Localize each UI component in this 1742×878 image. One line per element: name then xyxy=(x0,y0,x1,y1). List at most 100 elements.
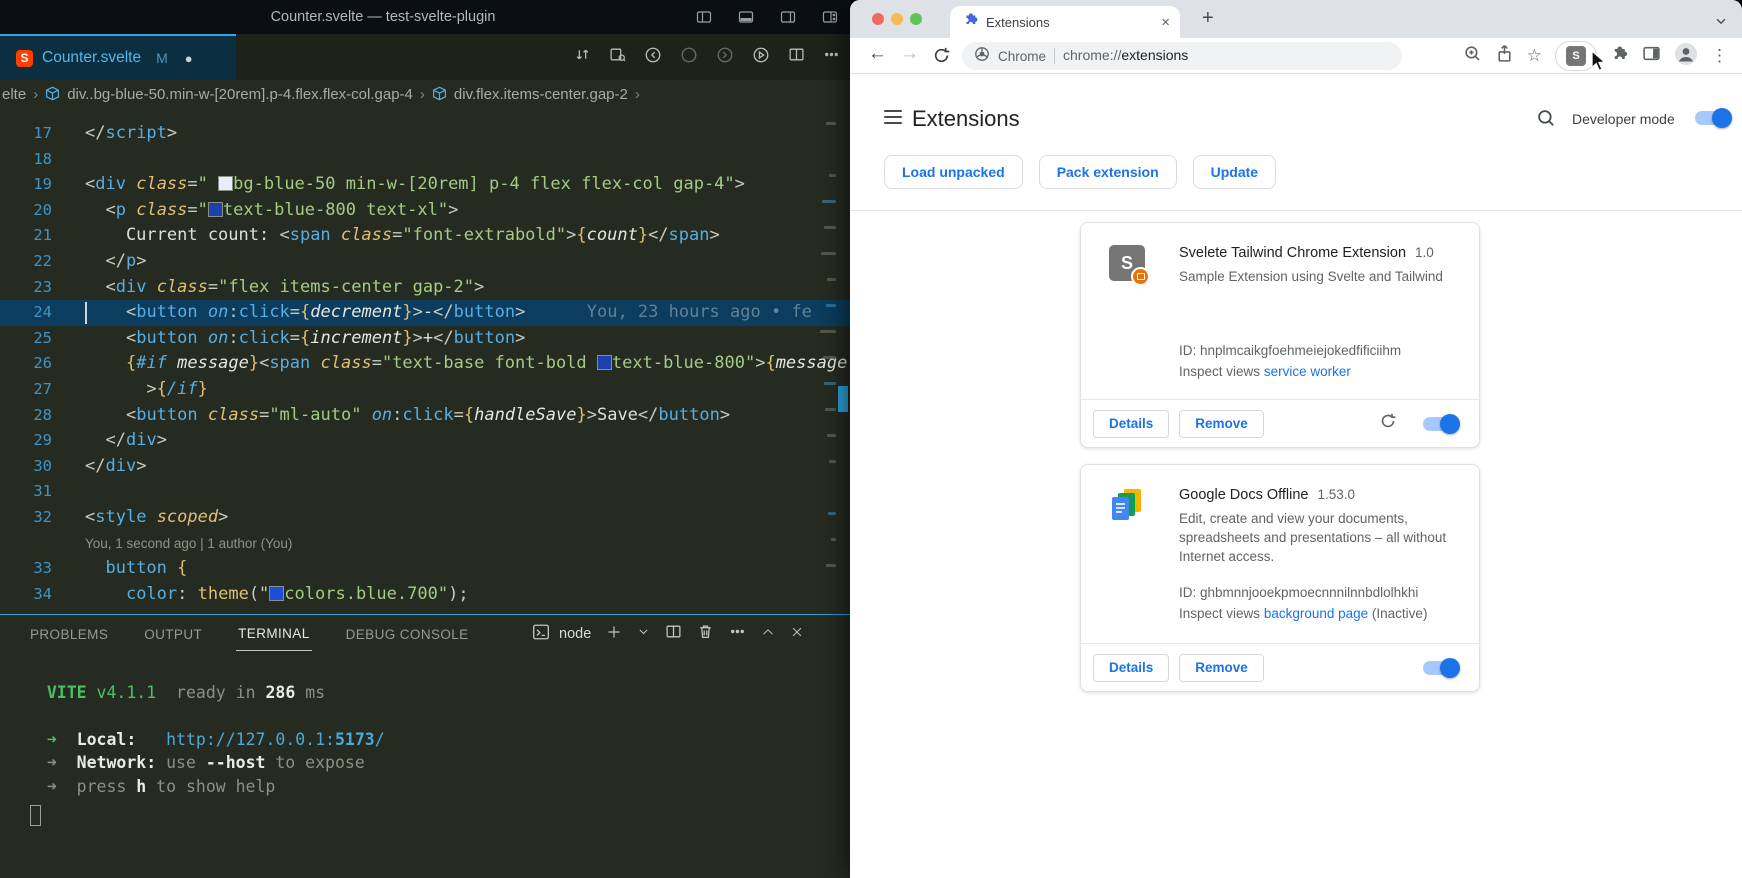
code-line: 33 button { xyxy=(0,556,850,582)
update-button[interactable]: Update xyxy=(1193,155,1276,189)
site-label: Chrome xyxy=(998,49,1046,64)
address-bar[interactable]: Chrome chrome://extensions xyxy=(962,42,1402,70)
search-icon[interactable] xyxy=(1536,108,1556,133)
google-docs-offline-icon xyxy=(1109,487,1145,523)
breadcrumb-element-1[interactable]: div..bg-blue-50.min-w-[20rem].p-4.flex.f… xyxy=(67,86,413,103)
code-line: 24 <button on:click={decrement}>-</butto… xyxy=(0,300,850,326)
mouse-cursor xyxy=(1590,50,1610,79)
extension-id: ID: hnplmcaikgfoehmeiejokedfificiihm xyxy=(1179,340,1401,361)
background-page-link[interactable]: background page xyxy=(1264,606,1368,621)
extensions-favicon xyxy=(962,12,978,33)
customize-layout-icon[interactable] xyxy=(822,9,838,30)
extensions-page: Extensions Developer mode Load unpacked … xyxy=(850,74,1742,878)
extension-enabled-toggle[interactable] xyxy=(1423,417,1459,431)
toggle-bottom-panel-icon[interactable] xyxy=(738,9,754,30)
load-unpacked-button[interactable]: Load unpacked xyxy=(884,155,1023,189)
extension-version: 1.0 xyxy=(1415,245,1434,260)
fullscreen-window-button[interactable] xyxy=(910,13,922,25)
terminal-line: ➜ Local: http://127.0.0.1:5173/ xyxy=(27,728,850,751)
panel-more-icon[interactable] xyxy=(729,623,746,645)
open-preview-icon[interactable] xyxy=(609,46,626,68)
new-tab-button[interactable]: + xyxy=(1202,7,1214,30)
details-button[interactable]: Details xyxy=(1093,410,1169,438)
remove-button[interactable]: Remove xyxy=(1179,654,1264,682)
tab-terminal[interactable]: TERMINAL xyxy=(236,617,311,651)
color-swatch-icon xyxy=(269,586,284,601)
extension-version: 1.53.0 xyxy=(1318,487,1356,502)
unsaved-dot-icon[interactable]: ● xyxy=(185,51,193,66)
line-number: 24 xyxy=(0,300,52,326)
terminal-cursor xyxy=(30,805,41,826)
extension-enabled-toggle[interactable] xyxy=(1423,661,1459,675)
code-editor[interactable]: 17</script>1819<div class=" bg-blue-50 m… xyxy=(0,108,850,614)
extensions-puzzle-icon[interactable] xyxy=(1610,44,1629,68)
url-text[interactable]: chrome://extensions xyxy=(1063,47,1188,65)
split-editor-icon[interactable] xyxy=(788,46,805,68)
extension-description: Edit, create and view your documents, sp… xyxy=(1179,509,1471,566)
reload-extension-icon[interactable] xyxy=(1379,412,1397,435)
line-number: 25 xyxy=(0,326,52,352)
terminal-line: ➜ press h to show help xyxy=(27,775,850,798)
breadcrumb-file[interactable]: elte xyxy=(2,86,26,103)
svelte-extension-card-icon: S xyxy=(1109,245,1145,281)
line-number: 34 xyxy=(0,582,52,608)
close-window-button[interactable] xyxy=(872,13,884,25)
inspect-views-label: Inspect views xyxy=(1179,606,1260,621)
compare-changes-icon[interactable] xyxy=(574,46,591,68)
line-number: 18 xyxy=(0,147,52,173)
code-line: 19<div class=" bg-blue-50 min-w-[20rem] … xyxy=(0,172,850,198)
code-line: 20 <p class="text-blue-800 text-xl"> xyxy=(0,198,850,224)
line-number: 20 xyxy=(0,198,52,224)
close-panel-icon[interactable] xyxy=(790,625,804,644)
symbol-cube-icon xyxy=(432,86,447,103)
pack-extension-button[interactable]: Pack extension xyxy=(1039,155,1177,189)
tab-problems[interactable]: PROBLEMS xyxy=(28,618,110,651)
close-tab-icon[interactable]: × xyxy=(1161,14,1170,31)
terminal-shell-label[interactable]: node xyxy=(559,626,591,642)
tab-search-chevron-icon[interactable] xyxy=(1714,14,1728,33)
breadcrumb-element-2[interactable]: div.flex.items-center.gap-2 xyxy=(454,86,628,103)
code-line: 18 xyxy=(0,147,850,173)
tab-output[interactable]: OUTPUT xyxy=(142,618,204,651)
omnibox-divider xyxy=(1054,48,1055,64)
minimap[interactable] xyxy=(816,108,850,614)
run-file-icon[interactable] xyxy=(752,46,770,69)
new-terminal-icon[interactable] xyxy=(606,624,622,645)
extension-card-svelte-tailwind: S Svelete Tailwind Chrome Extension 1.0 … xyxy=(1080,222,1480,448)
split-terminal-icon[interactable] xyxy=(665,623,682,645)
menu-hamburger-icon[interactable] xyxy=(884,110,902,124)
kill-terminal-icon[interactable] xyxy=(697,623,714,645)
tab-debug-console[interactable]: DEBUG CONSOLE xyxy=(344,618,471,651)
back-button[interactable]: ← xyxy=(868,43,887,65)
nav-back-icon[interactable] xyxy=(644,46,662,69)
code-line: 26 {#if message}<span class="text-base f… xyxy=(0,351,850,377)
minimize-window-button[interactable] xyxy=(891,13,903,25)
zoom-icon[interactable] xyxy=(1463,44,1482,68)
browser-menu-icon[interactable]: ⋮ xyxy=(1711,46,1728,66)
service-worker-link[interactable]: service worker xyxy=(1264,364,1351,379)
toggle-panel-icon[interactable] xyxy=(696,9,712,30)
terminal-shell-icon xyxy=(532,623,550,646)
toggle-secondary-sidebar-icon[interactable] xyxy=(780,9,796,30)
developer-mode-toggle[interactable] xyxy=(1695,111,1731,125)
side-panel-icon[interactable] xyxy=(1642,44,1661,68)
terminal-dropdown-icon[interactable] xyxy=(637,625,650,643)
color-swatch-icon xyxy=(218,176,233,191)
terminal-output[interactable]: VITE v4.1.1 ready in 286 ms ➜ Local: htt… xyxy=(0,653,850,798)
inactive-label: (Inactive) xyxy=(1372,606,1428,621)
more-actions-icon[interactable] xyxy=(823,46,840,68)
code-line: 30</div> xyxy=(0,454,850,480)
share-icon[interactable] xyxy=(1495,44,1514,68)
reload-button[interactable] xyxy=(932,46,951,71)
remove-button[interactable]: Remove xyxy=(1179,410,1264,438)
browser-tab-extensions[interactable]: Extensions × xyxy=(950,6,1180,38)
editor-tab-counter-svelte[interactable]: S Counter.svelte M ● xyxy=(0,34,236,80)
details-button[interactable]: Details xyxy=(1093,654,1169,682)
bookmark-star-icon[interactable]: ☆ xyxy=(1527,46,1542,66)
extension-card-google-docs-offline: Google Docs Offline 1.53.0 Edit, create … xyxy=(1080,464,1480,692)
code-line: 34 color: theme("colors.blue.700"); xyxy=(0,582,850,608)
profile-avatar[interactable] xyxy=(1674,42,1698,71)
line-number: 32 xyxy=(0,505,52,531)
line-number: 33 xyxy=(0,556,52,582)
maximize-panel-icon[interactable] xyxy=(761,625,775,644)
